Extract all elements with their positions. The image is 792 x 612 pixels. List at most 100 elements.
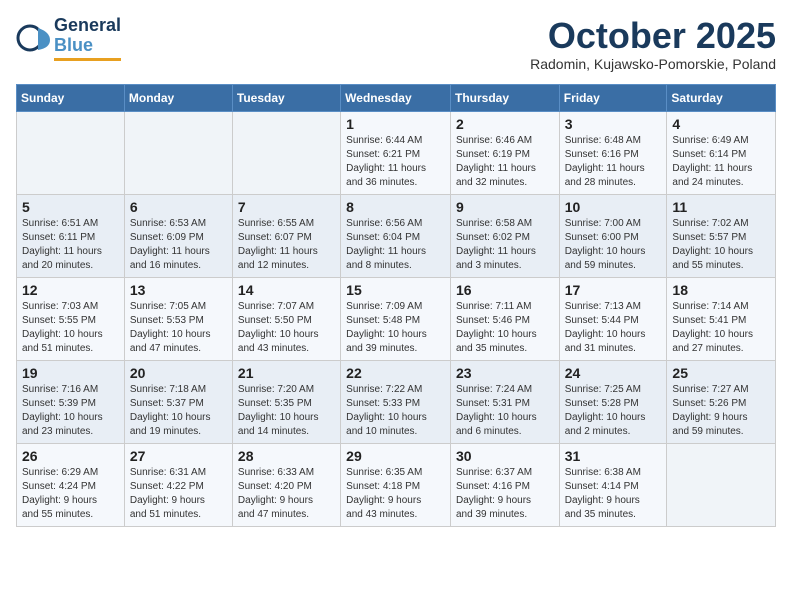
day-number: 6	[130, 199, 227, 215]
day-number: 12	[22, 282, 119, 298]
day-info: Sunrise: 7:16 AM Sunset: 5:39 PM Dayligh…	[22, 383, 119, 439]
calendar-cell: 31 Sunrise: 6:38 AM Sunset: 4:14 PM Dayli…	[559, 443, 667, 526]
day-info: Sunrise: 7:00 AM Sunset: 6:00 PM Dayligh…	[565, 217, 662, 273]
day-info: Sunrise: 6:56 AM Sunset: 6:04 PM Dayligh…	[346, 217, 445, 273]
calendar-week-1: 1 Sunrise: 6:44 AM Sunset: 6:21 PM Daylig…	[17, 111, 776, 194]
title-area: October 2025 Radomin, Kujawsko-Pomorskie…	[530, 16, 776, 72]
calendar-week-4: 19 Sunrise: 7:16 AM Sunset: 5:39 PM Dayli…	[17, 360, 776, 443]
day-info: Sunrise: 6:55 AM Sunset: 6:07 PM Dayligh…	[238, 217, 335, 273]
day-number: 9	[456, 199, 554, 215]
day-info: Sunrise: 7:25 AM Sunset: 5:28 PM Dayligh…	[565, 383, 662, 439]
header-sunday: Sunday	[17, 84, 125, 111]
day-info: Sunrise: 6:46 AM Sunset: 6:19 PM Dayligh…	[456, 134, 554, 190]
day-info: Sunrise: 7:18 AM Sunset: 5:37 PM Dayligh…	[130, 383, 227, 439]
calendar-cell: 25 Sunrise: 7:27 AM Sunset: 5:26 PM Dayli…	[667, 360, 776, 443]
day-info: Sunrise: 7:14 AM Sunset: 5:41 PM Dayligh…	[672, 300, 770, 356]
day-info: Sunrise: 6:38 AM Sunset: 4:14 PM Dayligh…	[565, 466, 662, 522]
calendar-week-5: 26 Sunrise: 6:29 AM Sunset: 4:24 PM Dayli…	[17, 443, 776, 526]
day-info: Sunrise: 6:29 AM Sunset: 4:24 PM Dayligh…	[22, 466, 119, 522]
calendar-cell: 21 Sunrise: 7:20 AM Sunset: 5:35 PM Dayli…	[232, 360, 340, 443]
day-info: Sunrise: 6:44 AM Sunset: 6:21 PM Dayligh…	[346, 134, 445, 190]
calendar-cell: 28Sunrise: 6:33 AM Sunset: 4:20 PM Dayli…	[232, 443, 340, 526]
day-number: 11	[672, 199, 770, 215]
day-info: Sunrise: 7:02 AM Sunset: 5:57 PM Dayligh…	[672, 217, 770, 273]
day-number: 30	[456, 448, 554, 464]
day-number: 27	[130, 448, 227, 464]
header-tuesday: Tuesday	[232, 84, 340, 111]
calendar-cell: 20 Sunrise: 7:18 AM Sunset: 5:37 PM Dayli…	[124, 360, 232, 443]
calendar-cell: 2 Sunrise: 6:46 AM Sunset: 6:19 PM Daylig…	[450, 111, 559, 194]
calendar-cell: 26 Sunrise: 6:29 AM Sunset: 4:24 PM Dayli…	[17, 443, 125, 526]
calendar-week-3: 12 Sunrise: 7:03 AM Sunset: 5:55 PM Dayli…	[17, 277, 776, 360]
calendar-cell: 24 Sunrise: 7:25 AM Sunset: 5:28 PM Dayli…	[559, 360, 667, 443]
day-number: 16	[456, 282, 554, 298]
calendar-cell	[124, 111, 232, 194]
day-info: Sunrise: 6:31 AM Sunset: 4:22 PM Dayligh…	[130, 466, 227, 522]
day-info: Sunrise: 6:48 AM Sunset: 6:16 PM Dayligh…	[565, 134, 662, 190]
header: General Blue October 2025 Radomin, Kujaw…	[16, 16, 776, 72]
day-info: Sunrise: 7:07 AM Sunset: 5:50 PM Dayligh…	[238, 300, 335, 356]
day-number: 14	[238, 282, 335, 298]
calendar-week-2: 5Sunrise: 6:51 AM Sunset: 6:11 PM Daylig…	[17, 194, 776, 277]
day-info: Sunrise: 7:22 AM Sunset: 5:33 PM Dayligh…	[346, 383, 445, 439]
day-number: 18	[672, 282, 770, 298]
calendar-cell: 8 Sunrise: 6:56 AM Sunset: 6:04 PM Daylig…	[341, 194, 451, 277]
calendar-cell: 19 Sunrise: 7:16 AM Sunset: 5:39 PM Dayli…	[17, 360, 125, 443]
day-info: Sunrise: 7:09 AM Sunset: 5:48 PM Dayligh…	[346, 300, 445, 356]
day-number: 31	[565, 448, 662, 464]
calendar-cell	[232, 111, 340, 194]
month-title: October 2025	[530, 16, 776, 56]
header-monday: Monday	[124, 84, 232, 111]
day-info: Sunrise: 7:20 AM Sunset: 5:35 PM Dayligh…	[238, 383, 335, 439]
day-number: 24	[565, 365, 662, 381]
day-number: 7	[238, 199, 335, 215]
day-number: 15	[346, 282, 445, 298]
location-subtitle: Radomin, Kujawsko-Pomorskie, Poland	[530, 56, 776, 72]
calendar-cell: 12 Sunrise: 7:03 AM Sunset: 5:55 PM Dayli…	[17, 277, 125, 360]
day-number: 26	[22, 448, 119, 464]
day-number: 25	[672, 365, 770, 381]
header-thursday: Thursday	[450, 84, 559, 111]
calendar-cell: 30 Sunrise: 6:37 AM Sunset: 4:16 PM Dayli…	[450, 443, 559, 526]
calendar-cell: 29Sunrise: 6:35 AM Sunset: 4:18 PM Dayli…	[341, 443, 451, 526]
calendar-cell: 10 Sunrise: 7:00 AM Sunset: 6:00 PM Dayli…	[559, 194, 667, 277]
logo: General Blue	[16, 16, 121, 61]
calendar-cell: 11 Sunrise: 7:02 AM Sunset: 5:57 PM Dayli…	[667, 194, 776, 277]
calendar-cell: 15 Sunrise: 7:09 AM Sunset: 5:48 PM Dayli…	[341, 277, 451, 360]
day-number: 19	[22, 365, 119, 381]
calendar-cell: 22Sunrise: 7:22 AM Sunset: 5:33 PM Dayli…	[341, 360, 451, 443]
day-info: Sunrise: 6:58 AM Sunset: 6:02 PM Dayligh…	[456, 217, 554, 273]
day-info: Sunrise: 7:13 AM Sunset: 5:44 PM Dayligh…	[565, 300, 662, 356]
calendar-cell: 14 Sunrise: 7:07 AM Sunset: 5:50 PM Dayli…	[232, 277, 340, 360]
day-number: 13	[130, 282, 227, 298]
calendar-cell: 16Sunrise: 7:11 AM Sunset: 5:46 PM Dayli…	[450, 277, 559, 360]
day-number: 4	[672, 116, 770, 132]
day-number: 20	[130, 365, 227, 381]
calendar-table: SundayMondayTuesdayWednesdayThursdayFrid…	[16, 84, 776, 527]
calendar-cell: 17Sunrise: 7:13 AM Sunset: 5:44 PM Dayli…	[559, 277, 667, 360]
calendar-header-row: SundayMondayTuesdayWednesdayThursdayFrid…	[17, 84, 776, 111]
day-info: Sunrise: 7:24 AM Sunset: 5:31 PM Dayligh…	[456, 383, 554, 439]
day-number: 23	[456, 365, 554, 381]
day-number: 3	[565, 116, 662, 132]
day-number: 1	[346, 116, 445, 132]
calendar-cell: 4 Sunrise: 6:49 AM Sunset: 6:14 PM Daylig…	[667, 111, 776, 194]
day-info: Sunrise: 6:51 AM Sunset: 6:11 PM Dayligh…	[22, 217, 119, 273]
day-info: Sunrise: 6:37 AM Sunset: 4:16 PM Dayligh…	[456, 466, 554, 522]
day-info: Sunrise: 7:27 AM Sunset: 5:26 PM Dayligh…	[672, 383, 770, 439]
day-number: 10	[565, 199, 662, 215]
day-info: Sunrise: 6:33 AM Sunset: 4:20 PM Dayligh…	[238, 466, 335, 522]
calendar-cell	[17, 111, 125, 194]
day-info: Sunrise: 7:03 AM Sunset: 5:55 PM Dayligh…	[22, 300, 119, 356]
calendar-cell: 3 Sunrise: 6:48 AM Sunset: 6:16 PM Daylig…	[559, 111, 667, 194]
day-number: 21	[238, 365, 335, 381]
day-info: Sunrise: 6:49 AM Sunset: 6:14 PM Dayligh…	[672, 134, 770, 190]
day-number: 2	[456, 116, 554, 132]
day-number: 29	[346, 448, 445, 464]
calendar-cell: 1 Sunrise: 6:44 AM Sunset: 6:21 PM Daylig…	[341, 111, 451, 194]
calendar-cell: 7 Sunrise: 6:55 AM Sunset: 6:07 PM Daylig…	[232, 194, 340, 277]
header-saturday: Saturday	[667, 84, 776, 111]
day-number: 8	[346, 199, 445, 215]
header-friday: Friday	[559, 84, 667, 111]
calendar-cell: 27 Sunrise: 6:31 AM Sunset: 4:22 PM Dayli…	[124, 443, 232, 526]
